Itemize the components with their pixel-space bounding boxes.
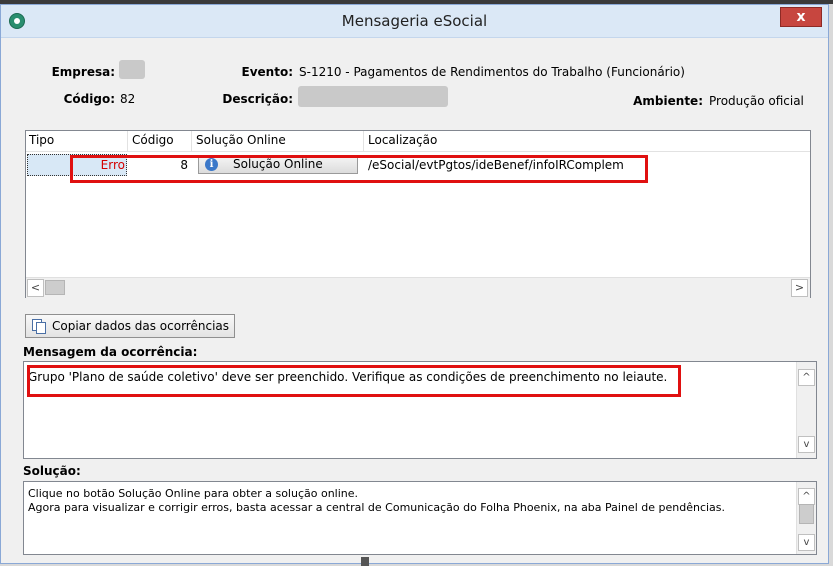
mensagem-label: Mensagem da ocorrência: — [23, 345, 198, 359]
solucao-label: Solução: — [23, 464, 81, 478]
solucao-textbox[interactable]: Clique no botão Solução Online para obte… — [23, 481, 817, 555]
close-button[interactable]: x — [780, 7, 822, 27]
copy-icon — [32, 319, 46, 334]
solucao-line-2[interactable]: Agora para visualizar e corrigir erros, … — [28, 501, 794, 514]
scroll-up-icon[interactable]: ^ — [798, 369, 815, 386]
highlight-box-row — [70, 155, 648, 183]
solucao-line-1[interactable]: Clique no botão Solução Online para obte… — [28, 487, 794, 500]
codigo-value: 82 — [120, 92, 136, 106]
scroll-down-icon[interactable]: v — [798, 436, 815, 453]
scroll-up-icon[interactable]: ^ — [798, 488, 815, 505]
mensageria-window: Mensageria eSocial x Empresa: Código: 82… — [0, 4, 829, 564]
window-title: Mensageria eSocial — [341, 12, 488, 30]
horizontal-scroll-thumb[interactable] — [45, 280, 65, 295]
resize-grip[interactable] — [361, 557, 369, 566]
descricao-value-redacted — [298, 86, 448, 107]
col-separator[interactable] — [363, 131, 364, 151]
highlight-box-message — [27, 365, 681, 397]
copiar-dados-button[interactable]: Copiar dados das ocorrências — [25, 314, 235, 338]
empresa-value-redacted — [119, 60, 145, 79]
scroll-left-icon[interactable]: < — [27, 279, 44, 297]
col-header-codigo[interactable]: Código — [132, 133, 174, 147]
col-separator[interactable] — [191, 131, 192, 151]
evento-value: S-1210 - Pagamentos de Rendimentos do Tr… — [299, 65, 685, 79]
scroll-down-icon[interactable]: v — [798, 534, 815, 551]
mensagem-vertical-scrollbar[interactable]: ^ v — [796, 362, 816, 458]
codigo-label: Código: — [63, 92, 115, 106]
descricao-label: Descrição: — [222, 92, 293, 106]
copiar-dados-label: Copiar dados das ocorrências — [52, 319, 230, 333]
col-header-localizacao[interactable]: Localização — [368, 133, 437, 147]
ambiente-value: Produção oficial — [709, 94, 804, 108]
scroll-right-icon[interactable]: > — [791, 279, 808, 297]
ambiente-label: Ambiente: — [633, 94, 703, 108]
solucao-vertical-scrollbar[interactable]: ^ v — [796, 482, 816, 554]
col-separator[interactable] — [127, 131, 128, 151]
header-divider — [26, 151, 810, 152]
col-header-tipo[interactable]: Tipo — [29, 133, 54, 147]
empresa-label: Empresa: — [51, 65, 115, 79]
title-bar[interactable]: Mensageria eSocial x — [1, 5, 828, 38]
evento-label: Evento: — [241, 65, 293, 79]
col-header-solucao-online[interactable]: Solução Online — [196, 133, 286, 147]
horizontal-scrollbar[interactable]: < > — [26, 277, 810, 298]
vertical-scroll-thumb[interactable] — [799, 504, 814, 524]
